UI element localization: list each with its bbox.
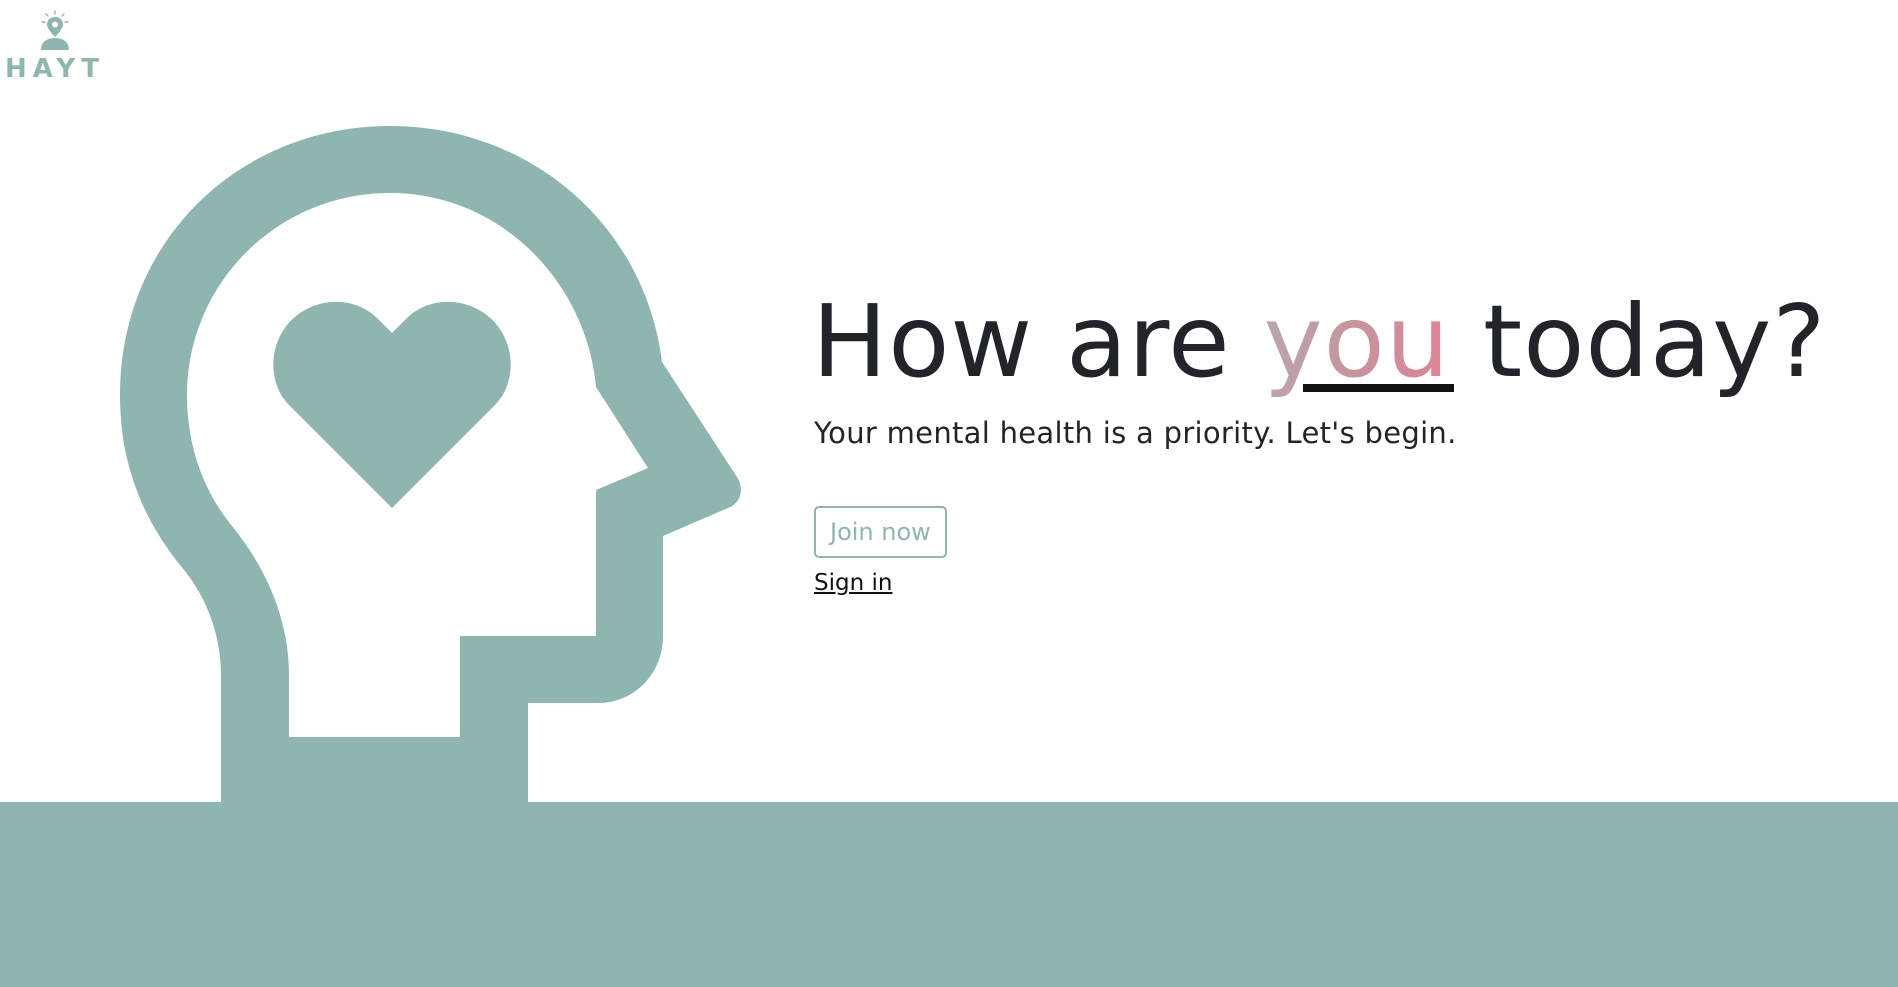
hero-headline: How are you today? xyxy=(812,282,1872,402)
footer-band xyxy=(0,802,1898,987)
sign-in-link[interactable]: Sign in xyxy=(814,570,892,596)
landing-page: HAYT How are you today? Your mental heal… xyxy=(0,0,1898,987)
headline-before: How are xyxy=(812,283,1264,400)
headline-after: today? xyxy=(1450,283,1827,400)
headline-accent-word: you xyxy=(1263,283,1454,400)
hero-subtitle: Your mental health is a priority. Let's … xyxy=(814,416,1457,450)
hero-section: How are you today? Your mental health is… xyxy=(812,282,1872,596)
join-now-button[interactable]: Join now xyxy=(814,506,947,558)
